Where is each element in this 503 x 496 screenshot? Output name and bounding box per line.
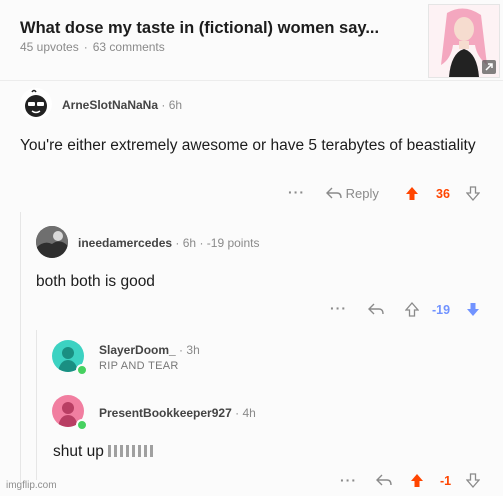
post-thumbnail[interactable] [428,4,500,78]
comment-age: 4h [242,406,256,420]
downvote-icon[interactable] [466,473,480,488]
user-flair: RIP AND TEAR [99,360,179,372]
username[interactable]: PresentBookkeeper927 · 4h [99,406,256,420]
separator: · [83,40,88,54]
thread-line[interactable] [36,330,37,480]
avatar[interactable] [36,226,68,258]
username[interactable]: ArneSlotNaNaNa · 6h [62,98,182,112]
vote-score: -1 [440,474,452,488]
comment-age: 6h [168,98,183,112]
points: -19 points [206,236,260,250]
vote-score: -19 [432,303,451,317]
post-title[interactable]: What dose my taste in (fictional) women … [20,19,379,38]
reply-button[interactable]: Reply [326,186,379,201]
post-meta: 45 upvotes · 63 comments [20,40,165,54]
reply-icon [326,187,342,199]
comment-body: shut up [53,441,155,462]
censored-text [108,445,155,457]
upvote-icon[interactable] [405,302,419,317]
upvote-count: 45 upvotes [20,40,79,54]
online-indicator [76,419,88,431]
comment-age: 3h [186,343,200,357]
comment-count[interactable]: 63 comments [93,40,165,54]
reply-icon[interactable] [376,474,392,486]
thread-line[interactable] [20,212,21,482]
avatar[interactable] [20,88,52,120]
divider [0,80,503,81]
vote-score: 36 [436,187,450,201]
username[interactable]: ineedamercedes · 6h · -19 points [78,236,259,250]
downvote-icon[interactable] [466,186,480,201]
reply-icon[interactable] [368,303,384,315]
upvote-icon[interactable] [410,473,424,488]
upvote-icon[interactable] [405,186,419,201]
watermark: imgflip.com [6,480,57,491]
comment-age: 6h [182,236,197,250]
more-icon[interactable]: ··· [330,300,347,316]
online-indicator [76,364,88,376]
comment-body: both both is good [36,273,155,290]
expand-icon[interactable] [482,60,496,74]
downvote-icon[interactable] [466,302,480,317]
comment-body: You're either extremely awesome or have … [20,137,476,154]
more-icon[interactable]: ··· [288,184,305,200]
more-icon[interactable]: ··· [340,472,357,488]
username[interactable]: SlayerDoom_ · 3h [99,343,200,357]
